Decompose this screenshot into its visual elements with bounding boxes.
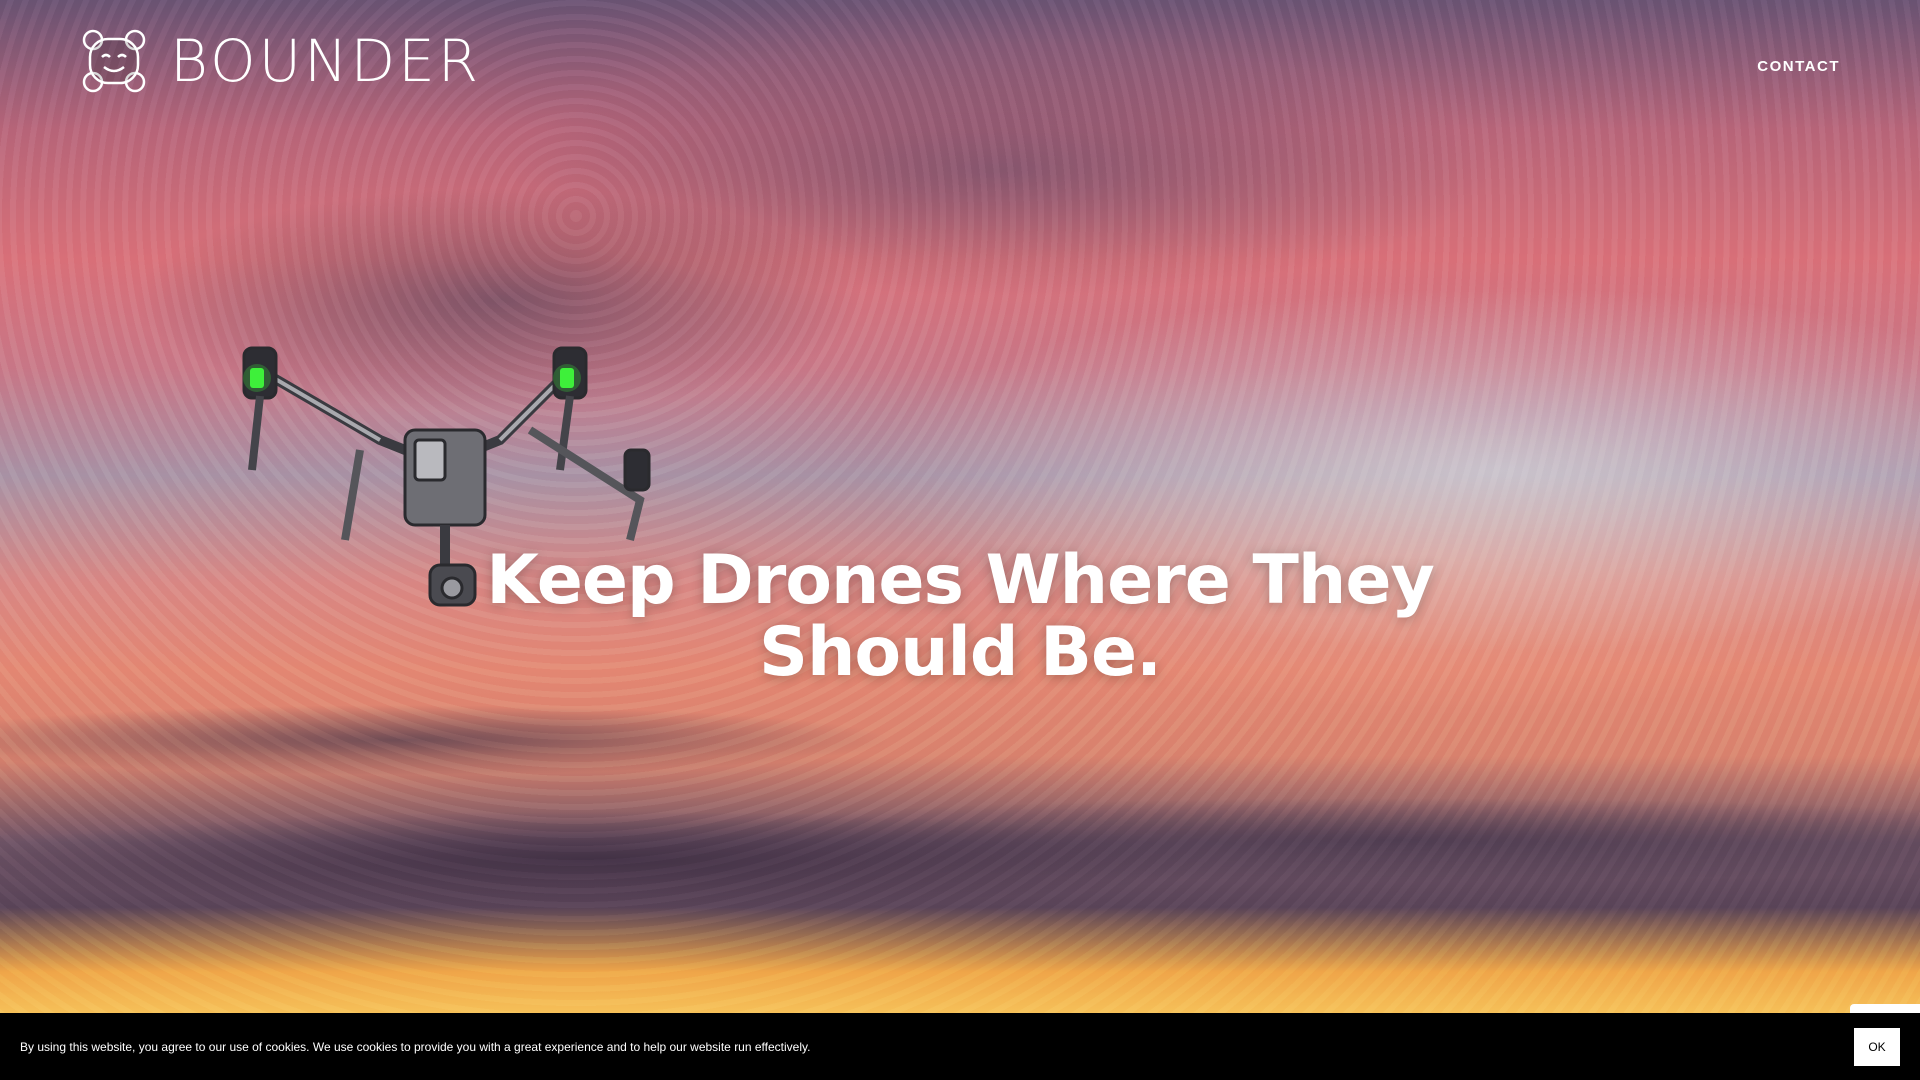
headline-line-2: Should Be.	[759, 613, 1162, 692]
nav-contact-link[interactable]: CONTACT	[1757, 58, 1840, 75]
brand-logo[interactable]: BOUNDER	[80, 26, 481, 96]
cookie-banner: By using this website, you agree to our …	[0, 1013, 1920, 1080]
brand-name: BOUNDER	[170, 27, 482, 95]
cookie-ok-button[interactable]: OK	[1854, 1028, 1900, 1066]
headline-line-1: Keep Drones Where They	[486, 541, 1435, 620]
hero-headline: Keep Drones Where They Should Be.	[360, 545, 1560, 689]
cookie-message: By using this website, you agree to our …	[20, 1039, 811, 1054]
robot-face-icon	[82, 29, 146, 93]
